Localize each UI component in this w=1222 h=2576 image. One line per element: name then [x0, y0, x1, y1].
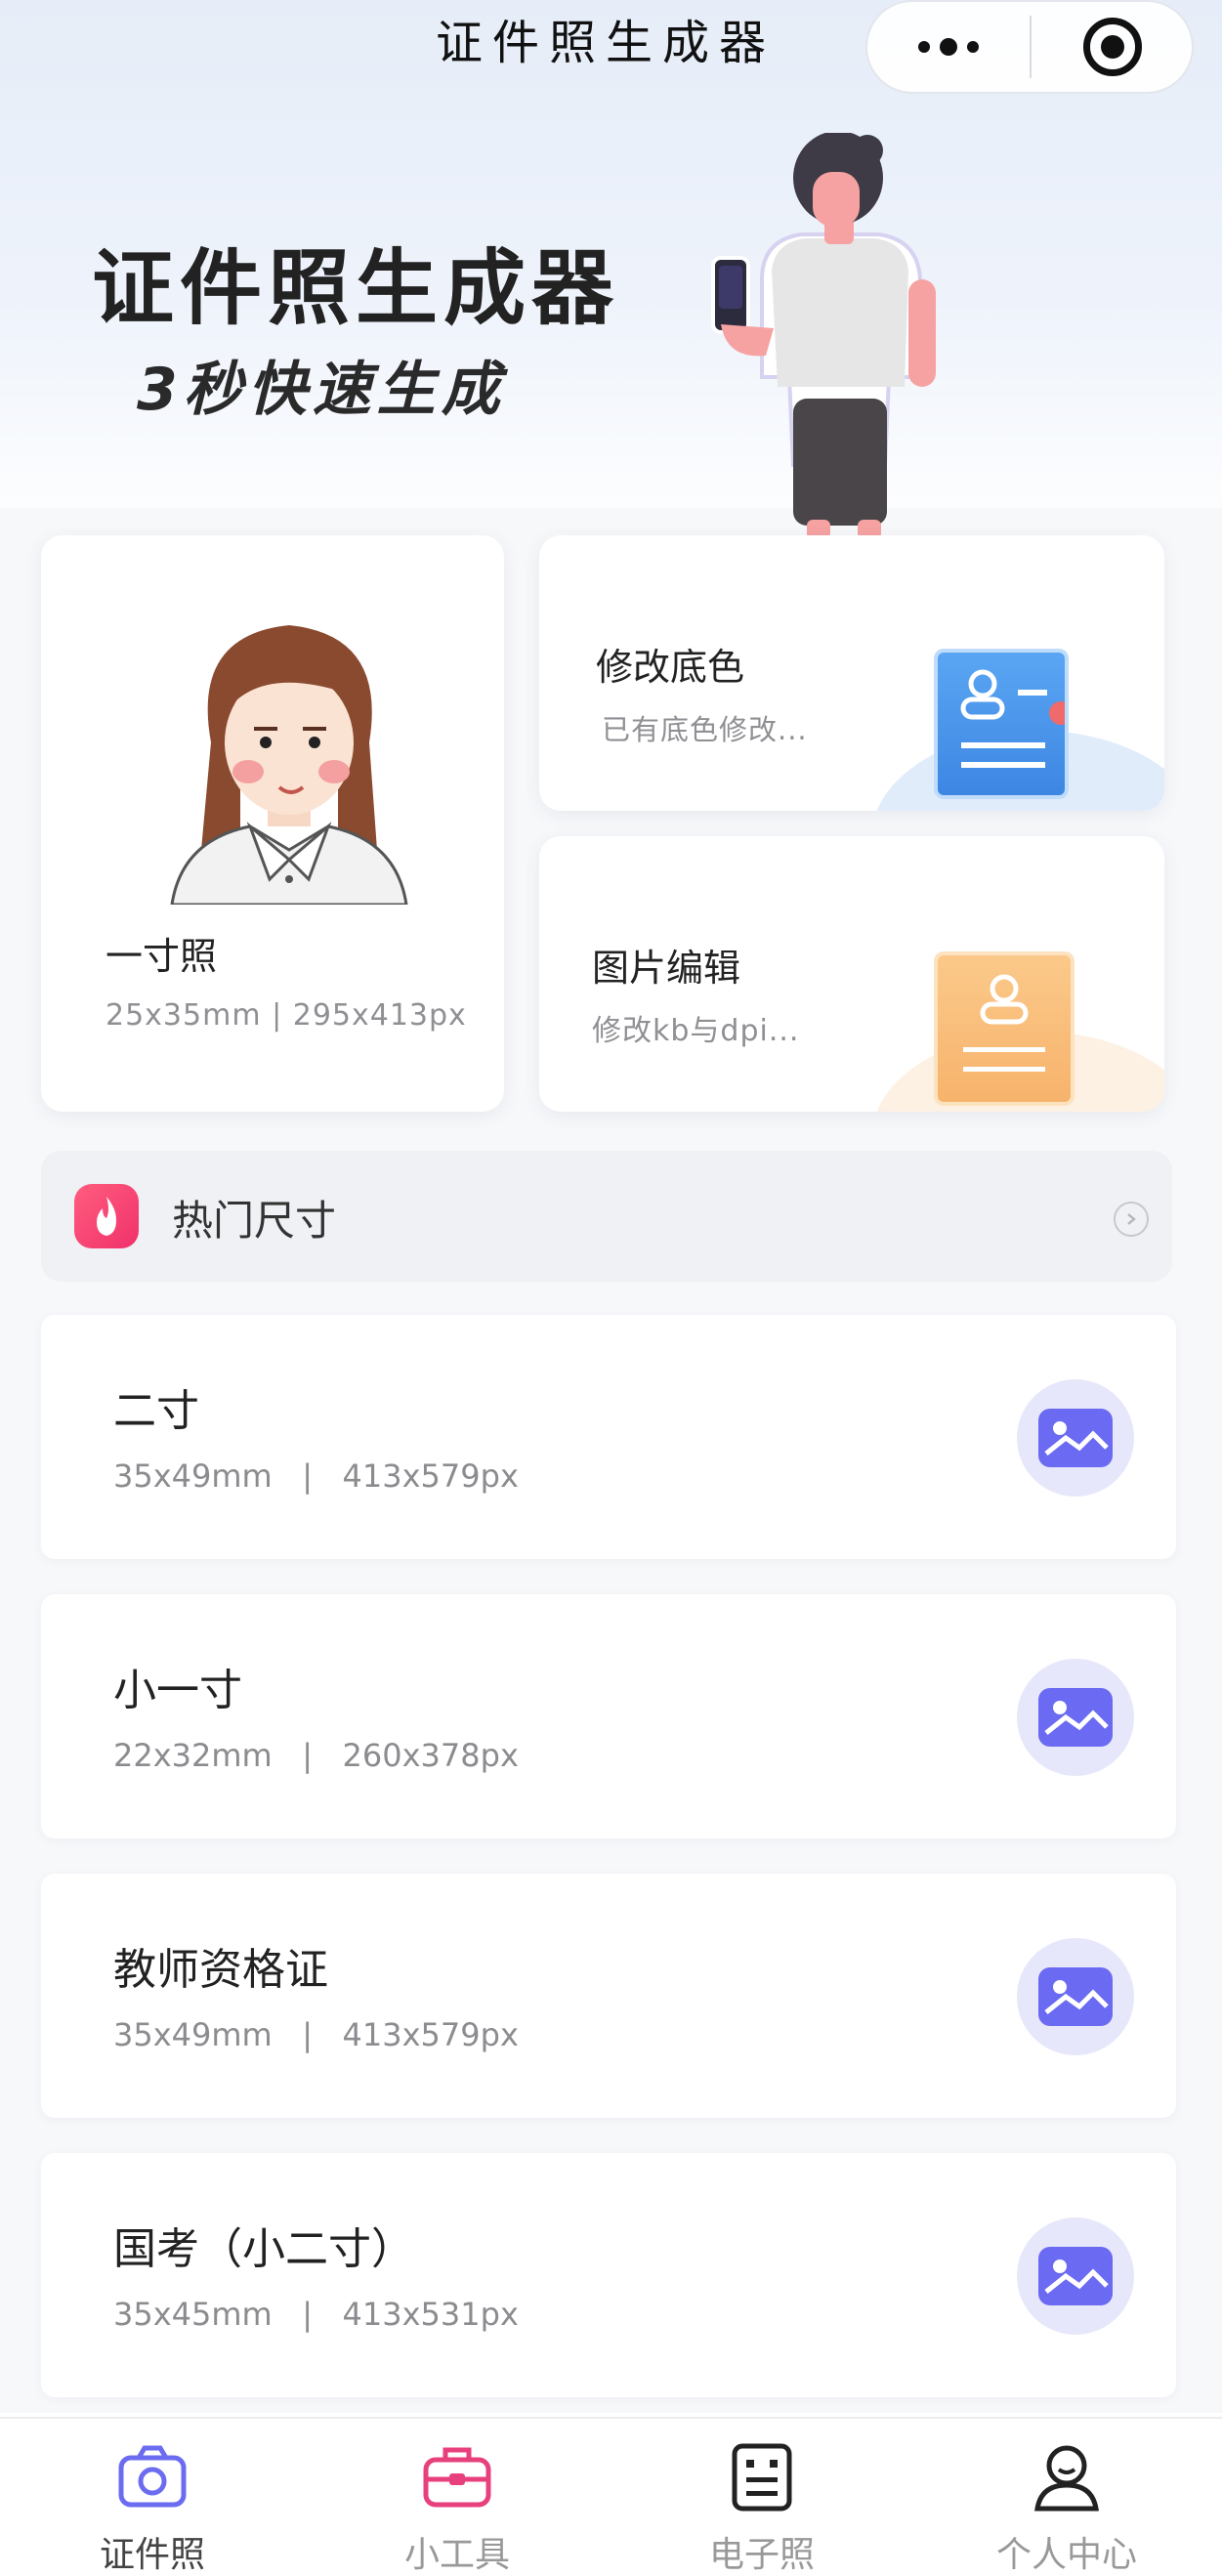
- girl-portrait-illustration: [170, 625, 408, 905]
- more-button[interactable]: [867, 2, 1030, 92]
- tab-e-photo[interactable]: 电子照: [610, 2419, 914, 2576]
- toolbox-icon: [423, 2447, 491, 2508]
- fire-icon: [74, 1184, 139, 1248]
- size-row[interactable]: 小一寸 22x32mm | 260x378px: [41, 1594, 1176, 1838]
- size-row[interactable]: 国考（小二寸） 35x45mm | 413x531px: [41, 2153, 1176, 2397]
- image-icon[interactable]: [1017, 1379, 1134, 1497]
- more-dots-icon-right: [967, 41, 979, 53]
- tab-label: 电子照: [708, 2535, 815, 2575]
- size-name: 二寸: [113, 1386, 199, 1436]
- image-icon[interactable]: [1017, 1938, 1134, 2055]
- tab-label: 个人中心: [995, 2535, 1137, 2575]
- user-icon: [1034, 2445, 1099, 2512]
- id-card-blue-icon: [938, 653, 1073, 795]
- hero-title: 证件照生成器: [92, 240, 620, 336]
- size-spec: 35x49mm | 413x579px: [113, 2016, 519, 2053]
- tab-profile[interactable]: 个人中心: [914, 2419, 1219, 2576]
- target-close-icon: [1083, 18, 1142, 76]
- size-row[interactable]: 教师资格证 35x49mm | 413x579px: [41, 1874, 1176, 2118]
- mini-program-capsule: [865, 0, 1194, 94]
- image-icon[interactable]: [1017, 2217, 1134, 2335]
- chevron-right-icon[interactable]: [1114, 1202, 1149, 1237]
- tab-label: 证件照: [99, 2535, 205, 2575]
- size-row[interactable]: 二寸 35x49mm | 413x579px: [41, 1315, 1176, 1559]
- size-spec: 35x45mm | 413x531px: [113, 2296, 519, 2333]
- one-inch-title: 一寸照: [105, 935, 218, 978]
- tab-id-photo[interactable]: 证件照: [0, 2419, 305, 2576]
- change-background-card[interactable]: 修改底色 已有底色修改...: [539, 535, 1164, 811]
- hot-sizes-header[interactable]: 热门尺寸: [41, 1151, 1172, 1282]
- image-edit-title: 图片编辑: [592, 947, 741, 990]
- nav-title: 证件照生成器: [435, 16, 776, 70]
- size-name: 国考（小二寸）: [113, 2224, 414, 2274]
- tab-tools[interactable]: 小工具: [305, 2419, 610, 2576]
- image-edit-card[interactable]: 图片编辑 修改kb与dpi...: [539, 836, 1164, 1112]
- size-name: 教师资格证: [113, 1945, 328, 1995]
- id-card-orange-icon: [938, 955, 1071, 1102]
- hot-sizes-label: 热门尺寸: [172, 1197, 337, 1245]
- hero-subtitle: 3秒快速生成: [137, 356, 506, 424]
- document-icon: [732, 2443, 792, 2512]
- tab-label: 小工具: [403, 2535, 510, 2575]
- size-spec: 22x32mm | 260x378px: [113, 1737, 519, 1774]
- one-inch-spec: 25x35mm | 295x413px: [105, 998, 467, 1033]
- change-background-desc: 已有底色修改...: [602, 713, 808, 746]
- image-icon[interactable]: [1017, 1659, 1134, 1776]
- close-button[interactable]: [1032, 2, 1194, 92]
- bottom-tab-bar: 证件照 小工具 电子照 个人中心: [0, 2417, 1222, 2576]
- change-background-title: 修改底色: [596, 646, 745, 689]
- one-inch-photo-card[interactable]: 一寸照 25x35mm | 295x413px: [41, 535, 504, 1112]
- size-name: 小一寸: [113, 1666, 242, 1715]
- woman-with-phone-illustration: [711, 133, 936, 539]
- size-spec: 35x49mm | 413x579px: [113, 1457, 519, 1495]
- camera-icon: [118, 2445, 187, 2508]
- image-edit-desc: 修改kb与dpi...: [592, 1014, 800, 1048]
- more-dots-icon: [918, 41, 930, 53]
- more-dots-icon-center: [940, 38, 957, 56]
